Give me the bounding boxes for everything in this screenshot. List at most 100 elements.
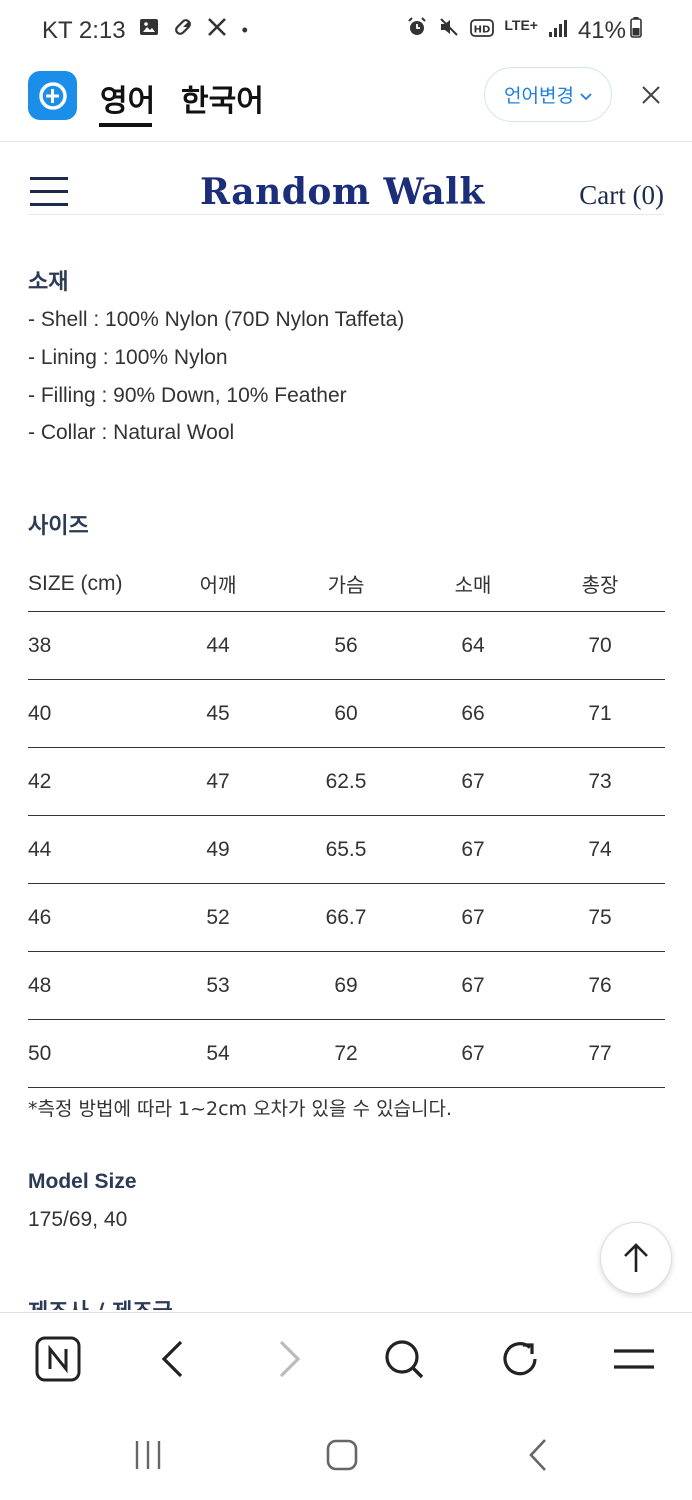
materials-title: 소재 <box>28 270 69 295</box>
model-size-title: Model Size <box>28 1170 137 1193</box>
table-row: 42 47 62.5 67 73 <box>28 748 665 816</box>
table-cell: 67 <box>461 837 485 861</box>
tab-english[interactable]: 영어 <box>100 76 155 120</box>
tab-korean[interactable]: 한국어 <box>181 76 264 120</box>
pill-icon <box>172 16 194 45</box>
table-cell: 67 <box>461 905 485 929</box>
chevron-left-icon <box>161 1340 183 1378</box>
table-cell: 67 <box>461 973 485 997</box>
scroll-to-top-button[interactable] <box>600 1222 672 1294</box>
tab-active-indicator <box>99 123 152 127</box>
table-header-row: SIZE (cm) 어깨 가슴 소매 총장 <box>28 556 665 612</box>
table-row: 44 49 65.5 67 74 <box>28 816 665 884</box>
table-cell: 67 <box>461 1041 485 1065</box>
table-cell: 42 <box>28 769 52 793</box>
table-header-cell: SIZE (cm) <box>28 571 123 595</box>
table-cell: 64 <box>461 633 485 657</box>
site-header: Random Walk Cart (0) <box>0 143 692 218</box>
table-cell: 71 <box>588 701 612 725</box>
table-row: 46 52 66.7 67 75 <box>28 884 665 952</box>
home-button[interactable] <box>322 1435 362 1475</box>
gallery-icon <box>138 16 160 45</box>
arrow-up-icon <box>624 1243 648 1272</box>
system-back-button[interactable] <box>518 1435 558 1475</box>
naver-home-button[interactable] <box>34 1335 82 1383</box>
table-cell: 54 <box>206 1041 230 1065</box>
table-cell: 77 <box>588 1041 612 1065</box>
table-cell: 45 <box>206 701 230 725</box>
battery-icon <box>630 16 642 45</box>
header-divider <box>28 214 664 215</box>
table-header-cell: 소매 <box>454 573 492 597</box>
size-table: SIZE (cm) 어깨 가슴 소매 총장 38 44 56 64 70 40 … <box>28 556 665 1088</box>
size-note: *측정 방법에 따라 1~2cm 오차가 있을 수 있습니다. <box>28 1098 453 1120</box>
table-cell: 60 <box>334 701 358 725</box>
system-navigation-bar <box>0 1407 692 1500</box>
table-cell: 52 <box>206 905 230 929</box>
material-line: - Filling : 90% Down, 10% Feather <box>28 384 347 407</box>
table-cell: 49 <box>206 837 230 861</box>
carrier-time: KT 2:13 <box>42 16 126 44</box>
mute-icon <box>438 16 460 45</box>
home-icon <box>326 1439 358 1471</box>
recent-apps-button[interactable] <box>128 1435 168 1475</box>
product-details: 소재 - Shell : 100% Nylon (70D Nylon Taffe… <box>0 230 692 1310</box>
table-row: 48 53 69 67 76 <box>28 952 665 1020</box>
table-cell: 62.5 <box>325 769 367 793</box>
naver-icon <box>35 1336 81 1382</box>
table-cell: 44 <box>206 633 230 657</box>
table-cell: 69 <box>334 973 358 997</box>
table-cell: 53 <box>206 973 230 997</box>
table-cell: 48 <box>28 973 52 997</box>
size-title: 사이즈 <box>28 514 89 539</box>
change-language-button[interactable]: 언어변경 <box>484 67 612 122</box>
hd-voice-icon: HD <box>470 17 495 45</box>
close-icon[interactable] <box>636 80 666 110</box>
material-line: - Shell : 100% Nylon (70D Nylon Taffeta) <box>28 308 405 331</box>
table-cell: 66 <box>461 701 485 725</box>
chevron-down-icon <box>580 84 592 106</box>
table-cell: 67 <box>461 769 485 793</box>
menu-button[interactable] <box>610 1335 658 1383</box>
table-header-cell: 어깨 <box>199 573 237 597</box>
alarm-icon <box>406 16 428 45</box>
hamburger-icon <box>614 1349 654 1369</box>
table-cell: 50 <box>28 1041 52 1065</box>
signal-icon <box>548 17 568 45</box>
refresh-icon <box>503 1342 537 1376</box>
manufacturer-title: 제조사 / 제조국 <box>28 1294 173 1310</box>
browser-toolbar <box>0 1312 692 1407</box>
table-cell: 65.5 <box>325 837 367 861</box>
material-line: - Lining : 100% Nylon <box>28 346 228 369</box>
forward-button[interactable] <box>266 1335 314 1383</box>
translator-app-icon[interactable] <box>28 71 77 120</box>
table-cell: 44 <box>28 837 52 861</box>
change-language-label: 언어변경 <box>504 85 574 107</box>
notification-dot: • <box>241 20 248 40</box>
table-cell: 72 <box>334 1041 358 1065</box>
refresh-button[interactable] <box>496 1335 544 1383</box>
back-icon <box>529 1439 546 1471</box>
table-cell: 56 <box>334 633 358 657</box>
table-cell: 75 <box>588 905 612 929</box>
table-cell: 40 <box>28 701 52 725</box>
table-cell: 38 <box>28 633 52 657</box>
search-button[interactable] <box>380 1335 428 1383</box>
menu-icon[interactable] <box>30 177 68 207</box>
table-row: 38 44 56 64 70 <box>28 612 665 680</box>
table-cell: 70 <box>588 633 612 657</box>
svg-text:HD: HD <box>474 24 491 35</box>
table-cell: 66.7 <box>325 905 367 929</box>
recent-apps-icon <box>135 1441 161 1469</box>
table-header-cell: 총장 <box>581 573 619 597</box>
table-cell: 76 <box>588 973 612 997</box>
brand-logo[interactable]: Random Walk <box>200 171 485 213</box>
chevron-right-icon <box>279 1340 301 1378</box>
battery-percent: 41% <box>577 16 626 44</box>
back-button[interactable] <box>148 1335 196 1383</box>
table-cell: 46 <box>28 905 52 929</box>
table-cell: 47 <box>206 769 230 793</box>
translate-bar: 영어 한국어 언어변경 <box>0 62 692 142</box>
table-cell: 74 <box>588 837 612 861</box>
cart-link[interactable]: Cart (0) <box>579 180 664 211</box>
